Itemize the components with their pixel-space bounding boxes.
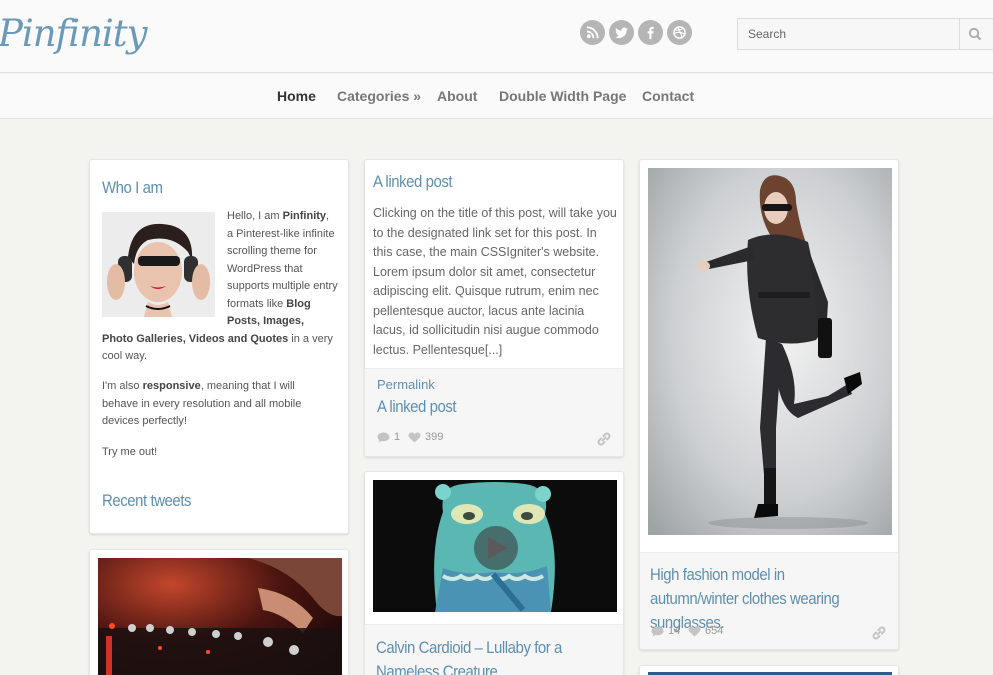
site-header: Pinfinity (0, 0, 993, 73)
linked-post: A linked post Clicking on the title of t… (364, 159, 624, 457)
widget-title: Who I am (102, 178, 163, 197)
footer-post-title[interactable]: A linked post (377, 397, 457, 417)
post-title[interactable]: A linked post (373, 172, 453, 192)
fashion-image-post: High fashion model in autumn/winter clot… (639, 159, 899, 650)
nav-item-double-width-page[interactable]: Double Width Page (499, 88, 626, 104)
facebook-icon[interactable] (638, 20, 663, 45)
nav-item-categories[interactable]: Categories » (337, 88, 421, 104)
dj-image-post[interactable] (89, 549, 349, 675)
video-thumbnail[interactable] (373, 480, 617, 612)
permalink-link[interactable]: Permalink (377, 377, 435, 392)
intro-text-2: , a Pinterest-like infinite scrolling th… (227, 210, 338, 310)
like-count[interactable]: 654 (688, 625, 723, 637)
heart-icon (408, 432, 421, 442)
twitter-icon[interactable] (609, 20, 634, 45)
search-button[interactable] (959, 19, 989, 49)
video-post-footer: Calvin Cardioid – Lullaby for a Nameless… (365, 624, 623, 675)
about-intro: Hello, I am Pinfinity, a Pinterest-like … (102, 208, 338, 366)
brand-name: Pinfinity (282, 210, 327, 222)
like-count[interactable]: 399 (408, 431, 443, 443)
dribbble-icon[interactable] (667, 20, 692, 45)
rss-icon[interactable] (580, 20, 605, 45)
fashion-post-title[interactable]: High fashion model in autumn/winter clot… (650, 563, 870, 635)
comment-icon (377, 432, 390, 442)
nav-item-about[interactable]: About (437, 88, 477, 104)
heart-icon (688, 626, 701, 636)
link-icon[interactable] (596, 431, 612, 447)
like-count-value: 399 (425, 431, 444, 443)
nav-item-home[interactable]: Home (277, 88, 316, 104)
comment-count[interactable]: 14 (651, 625, 680, 637)
comment-icon (651, 626, 664, 636)
dj-mixer-image[interactable] (98, 558, 342, 675)
site-logo[interactable]: Pinfinity (0, 12, 148, 55)
post-footer: Permalink A linked post 1 399 (365, 368, 623, 456)
try-me-text: Try me out! (102, 446, 158, 458)
video-post-title[interactable]: Calvin Cardioid – Lullaby for a Nameless… (376, 636, 578, 675)
comment-count-value: 1 (394, 431, 401, 443)
intro-text: Hello, I am (227, 210, 283, 222)
fashion-model-image[interactable] (648, 168, 892, 535)
post-excerpt: Clicking on the title of this post, will… (373, 206, 617, 357)
video-post: Calvin Cardioid – Lullaby for a Nameless… (364, 471, 624, 675)
link-icon[interactable] (871, 625, 887, 641)
search-icon (968, 27, 981, 41)
main-nav: Home Categories » About Double Width Pag… (0, 74, 993, 119)
nav-item-contact[interactable]: Contact (642, 88, 694, 104)
next-post[interactable] (639, 665, 899, 675)
about-widget: Who I am Hello, I am Pinfinity, a Pinter… (89, 159, 349, 534)
comment-count-value: 14 (668, 625, 681, 637)
comment-count[interactable]: 1 (377, 431, 400, 443)
fashion-post-footer: High fashion model in autumn/winter clot… (640, 552, 898, 649)
search-input[interactable] (738, 19, 960, 49)
responsive-bold: responsive (142, 380, 201, 392)
about-responsive: I'm also responsive, meaning that I will… (102, 378, 332, 431)
recent-tweets-title: Recent tweets (102, 491, 192, 510)
search-box (737, 18, 993, 50)
like-count-value: 654 (705, 625, 724, 637)
responsive-text: I'm also (102, 380, 143, 392)
